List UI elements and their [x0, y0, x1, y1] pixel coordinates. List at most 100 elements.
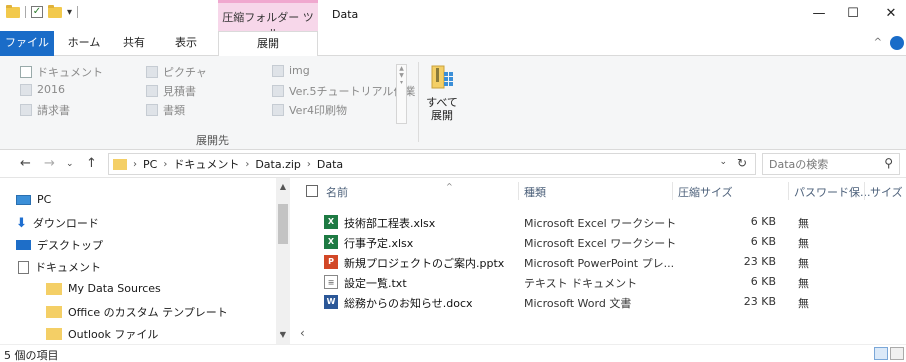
extract-all-icon[interactable]: [430, 64, 454, 92]
scroll-thumb[interactable]: [278, 204, 288, 244]
column-divider[interactable]: [864, 182, 865, 200]
scroll-left-icon[interactable]: ‹: [300, 326, 305, 340]
details-view-icon[interactable]: [874, 347, 888, 360]
ribbon-tabs: ファイル ホーム 共有 表示 展開 ^: [0, 31, 906, 57]
search-icon[interactable]: ⚲: [884, 156, 893, 170]
excel-icon: X: [324, 215, 338, 229]
nav-scrollbar[interactable]: ▲ ▼: [276, 178, 290, 344]
pictures-icon: [146, 66, 158, 78]
large-icons-view-icon[interactable]: [890, 347, 904, 360]
file-name: 総務からのお知らせ.docx: [344, 297, 473, 310]
search-placeholder: Dataの検索: [769, 158, 829, 171]
table-row[interactable]: X 行事予定.xlsx Microsoft Excel ワークシート 6 KB …: [292, 232, 906, 252]
nav-item-desktop[interactable]: デスクトップ: [16, 237, 103, 253]
chevron-right-icon[interactable]: ›: [245, 159, 249, 170]
properties-icon[interactable]: ✓: [31, 6, 43, 18]
address-row: ← → ⌄ ↑ › PC › ドキュメント › Data.zip › Data …: [0, 150, 906, 178]
nav-item-office-templates[interactable]: Office のカスタム テンプレート: [46, 304, 228, 320]
table-row[interactable]: ≡ 設定一覧.txt テキスト ドキュメント 6 KB 無: [292, 272, 906, 292]
column-header-name[interactable]: 名前 ^: [326, 182, 453, 200]
documents-icon: [18, 260, 29, 274]
file-compressed-size: 6 KB: [750, 215, 776, 228]
column-header-type[interactable]: 種類: [524, 184, 546, 200]
file-name: 技術部工程表.xlsx: [344, 217, 436, 230]
table-row[interactable]: P 新規プロジェクトのご案内.pptx Microsoft PowerPoint…: [292, 252, 906, 272]
breadcrumb-pc[interactable]: PC: [143, 158, 157, 171]
chevron-right-icon[interactable]: ›: [307, 159, 311, 170]
window-title: Data: [332, 8, 359, 21]
file-compressed-size: 23 KB: [743, 255, 776, 268]
column-header-password[interactable]: パスワード保...: [794, 184, 871, 200]
nav-item-label: Outlook ファイル: [68, 328, 159, 341]
file-type: Microsoft Excel ワークシート: [524, 217, 677, 230]
nav-item-label: デスクトップ: [37, 239, 103, 252]
table-row[interactable]: W 総務からのお知らせ.docx Microsoft Word 文書 23 KB…: [292, 292, 906, 312]
scroll-up-icon[interactable]: ▲: [276, 182, 290, 191]
text-file-icon: ≡: [324, 275, 338, 289]
word-icon: W: [324, 295, 338, 309]
quick-access-toolbar: ✓ ▾: [6, 4, 79, 18]
horizontal-scrollbar[interactable]: ⌄ ‹: [278, 326, 906, 342]
column-divider[interactable]: [518, 182, 519, 200]
chevron-down-icon[interactable]: ⌄: [278, 328, 286, 338]
chevron-right-icon[interactable]: ›: [163, 159, 167, 170]
new-folder-icon[interactable]: [48, 4, 62, 18]
breadcrumb-documents[interactable]: ドキュメント: [173, 156, 239, 172]
column-header-compressed-size[interactable]: 圧縮サイズ: [678, 184, 733, 200]
destination-ver5-tutorial[interactable]: Ver.5チュートリアル作業: [272, 83, 415, 99]
search-input[interactable]: Dataの検索 ⚲: [762, 153, 900, 175]
destination-papers[interactable]: 書類: [146, 102, 185, 118]
status-bar: 5 個の項目: [0, 344, 906, 362]
help-icon[interactable]: [890, 36, 904, 50]
forward-button[interactable]: →: [44, 156, 55, 171]
column-divider[interactable]: [788, 182, 789, 200]
nav-item-pc[interactable]: PC: [16, 193, 51, 206]
destination-invoices[interactable]: 請求書: [20, 102, 70, 118]
maximize-button[interactable]: ☐: [838, 6, 868, 21]
tab-extract[interactable]: 展開: [218, 31, 318, 57]
tab-home[interactable]: ホーム: [62, 31, 106, 56]
destination-img[interactable]: img: [272, 64, 310, 77]
nav-item-downloads[interactable]: ⬇ ダウンロード: [16, 215, 99, 231]
column-header-size[interactable]: サイズ: [870, 184, 903, 200]
table-row[interactable]: X 技術部工程表.xlsx Microsoft Excel ワークシート 6 K…: [292, 212, 906, 232]
address-dropdown-icon[interactable]: ⌄: [719, 157, 727, 167]
destination-ver4-print[interactable]: Ver4印刷物: [272, 102, 347, 118]
tab-share[interactable]: 共有: [112, 31, 156, 56]
address-bar[interactable]: › PC › ドキュメント › Data.zip › Data ⌄ ↻: [108, 153, 756, 175]
breadcrumb-data[interactable]: Data: [317, 158, 343, 171]
extract-all-button[interactable]: すべて 展開: [424, 96, 460, 122]
divider: [418, 62, 419, 142]
tab-file[interactable]: ファイル: [0, 31, 54, 56]
refresh-icon[interactable]: ↻: [737, 156, 747, 170]
destination-label: 見積書: [163, 85, 196, 98]
tab-view[interactable]: 表示: [164, 31, 208, 56]
up-button[interactable]: ↑: [86, 156, 97, 171]
destination-2016[interactable]: 2016: [20, 83, 65, 96]
customize-quick-access-icon[interactable]: ▾: [67, 7, 72, 18]
gallery-scrollbar[interactable]: ▲ ▼ ▾: [396, 64, 407, 124]
breadcrumb-data-zip[interactable]: Data.zip: [255, 158, 301, 171]
destination-documents[interactable]: ドキュメント: [20, 64, 103, 80]
chevron-right-icon[interactable]: ›: [133, 159, 137, 170]
file-name: 新規プロジェクトのご案内.pptx: [344, 257, 505, 270]
file-name: 行事予定.xlsx: [344, 237, 414, 250]
desktop-icon: [16, 240, 31, 250]
folder-icon: [146, 104, 158, 116]
destination-estimates[interactable]: 見積書: [146, 83, 196, 99]
recent-locations-button[interactable]: ⌄: [66, 159, 74, 169]
nav-item-documents[interactable]: ドキュメント: [18, 259, 101, 275]
context-tab-compressed-folder-tools: 圧縮フォルダー ツール: [218, 0, 318, 40]
column-divider[interactable]: [672, 182, 673, 200]
back-button[interactable]: ←: [20, 156, 31, 171]
minimize-button[interactable]: —: [804, 6, 834, 21]
select-all-checkbox[interactable]: [306, 185, 318, 197]
nav-item-outlook-files[interactable]: Outlook ファイル: [46, 326, 158, 342]
file-type: テキスト ドキュメント: [524, 277, 638, 290]
destination-pictures[interactable]: ピクチャ: [146, 64, 207, 80]
sort-ascending-icon: ^: [446, 182, 453, 191]
chevron-up-icon[interactable]: ^: [874, 37, 882, 48]
file-password: 無: [798, 257, 809, 270]
nav-item-my-data-sources[interactable]: My Data Sources: [46, 282, 161, 295]
close-button[interactable]: ✕: [876, 6, 906, 21]
